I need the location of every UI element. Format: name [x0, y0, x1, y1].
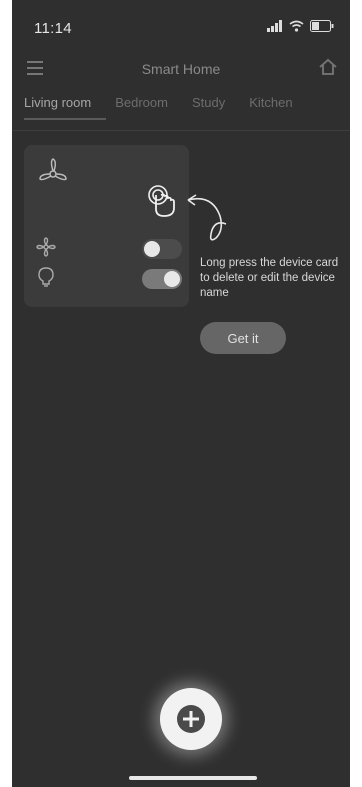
long-press-hand-icon: [144, 183, 182, 226]
tab-study[interactable]: Study: [180, 95, 237, 125]
status-bar: 11:14: [12, 0, 350, 60]
tabs-divider: [12, 130, 350, 131]
bulb-icon: [36, 266, 56, 293]
signal-icon: [267, 20, 282, 32]
battery-icon: [310, 20, 334, 32]
status-icons: [267, 20, 334, 32]
card-row-light: [36, 266, 182, 293]
phone-screen: 11:14 Smart Home Living room Bedroom Stu…: [12, 0, 350, 787]
room-tabs: Living room Bedroom Study Kitchen: [12, 95, 350, 125]
top-bar: Smart Home: [12, 55, 350, 85]
page-title: Smart Home: [141, 61, 221, 77]
fan-toggle[interactable]: [142, 239, 182, 259]
status-time: 11:14: [34, 20, 72, 37]
toggle-knob: [164, 271, 180, 287]
tab-kitchen[interactable]: Kitchen: [237, 95, 304, 125]
tab-bedroom[interactable]: Bedroom: [103, 95, 180, 125]
guide-hint-text: Long press the device card to delete or …: [200, 257, 339, 299]
get-it-button[interactable]: Get it: [200, 322, 286, 354]
home-indicator: [129, 776, 257, 780]
card-row-fan: [36, 236, 182, 262]
toggle-knob: [144, 241, 160, 257]
light-toggle[interactable]: [142, 269, 182, 289]
ceiling-fan-icon: [36, 157, 70, 196]
add-device-button[interactable]: [160, 688, 222, 750]
fan-icon: [36, 236, 56, 262]
curved-arrow-icon: [182, 190, 242, 259]
active-tab-indicator: [24, 118, 106, 120]
plus-icon: [177, 705, 205, 733]
home-icon[interactable]: [318, 57, 338, 82]
wifi-icon: [289, 20, 304, 32]
device-card[interactable]: [24, 145, 189, 307]
tab-living-room[interactable]: Living room: [12, 95, 103, 125]
